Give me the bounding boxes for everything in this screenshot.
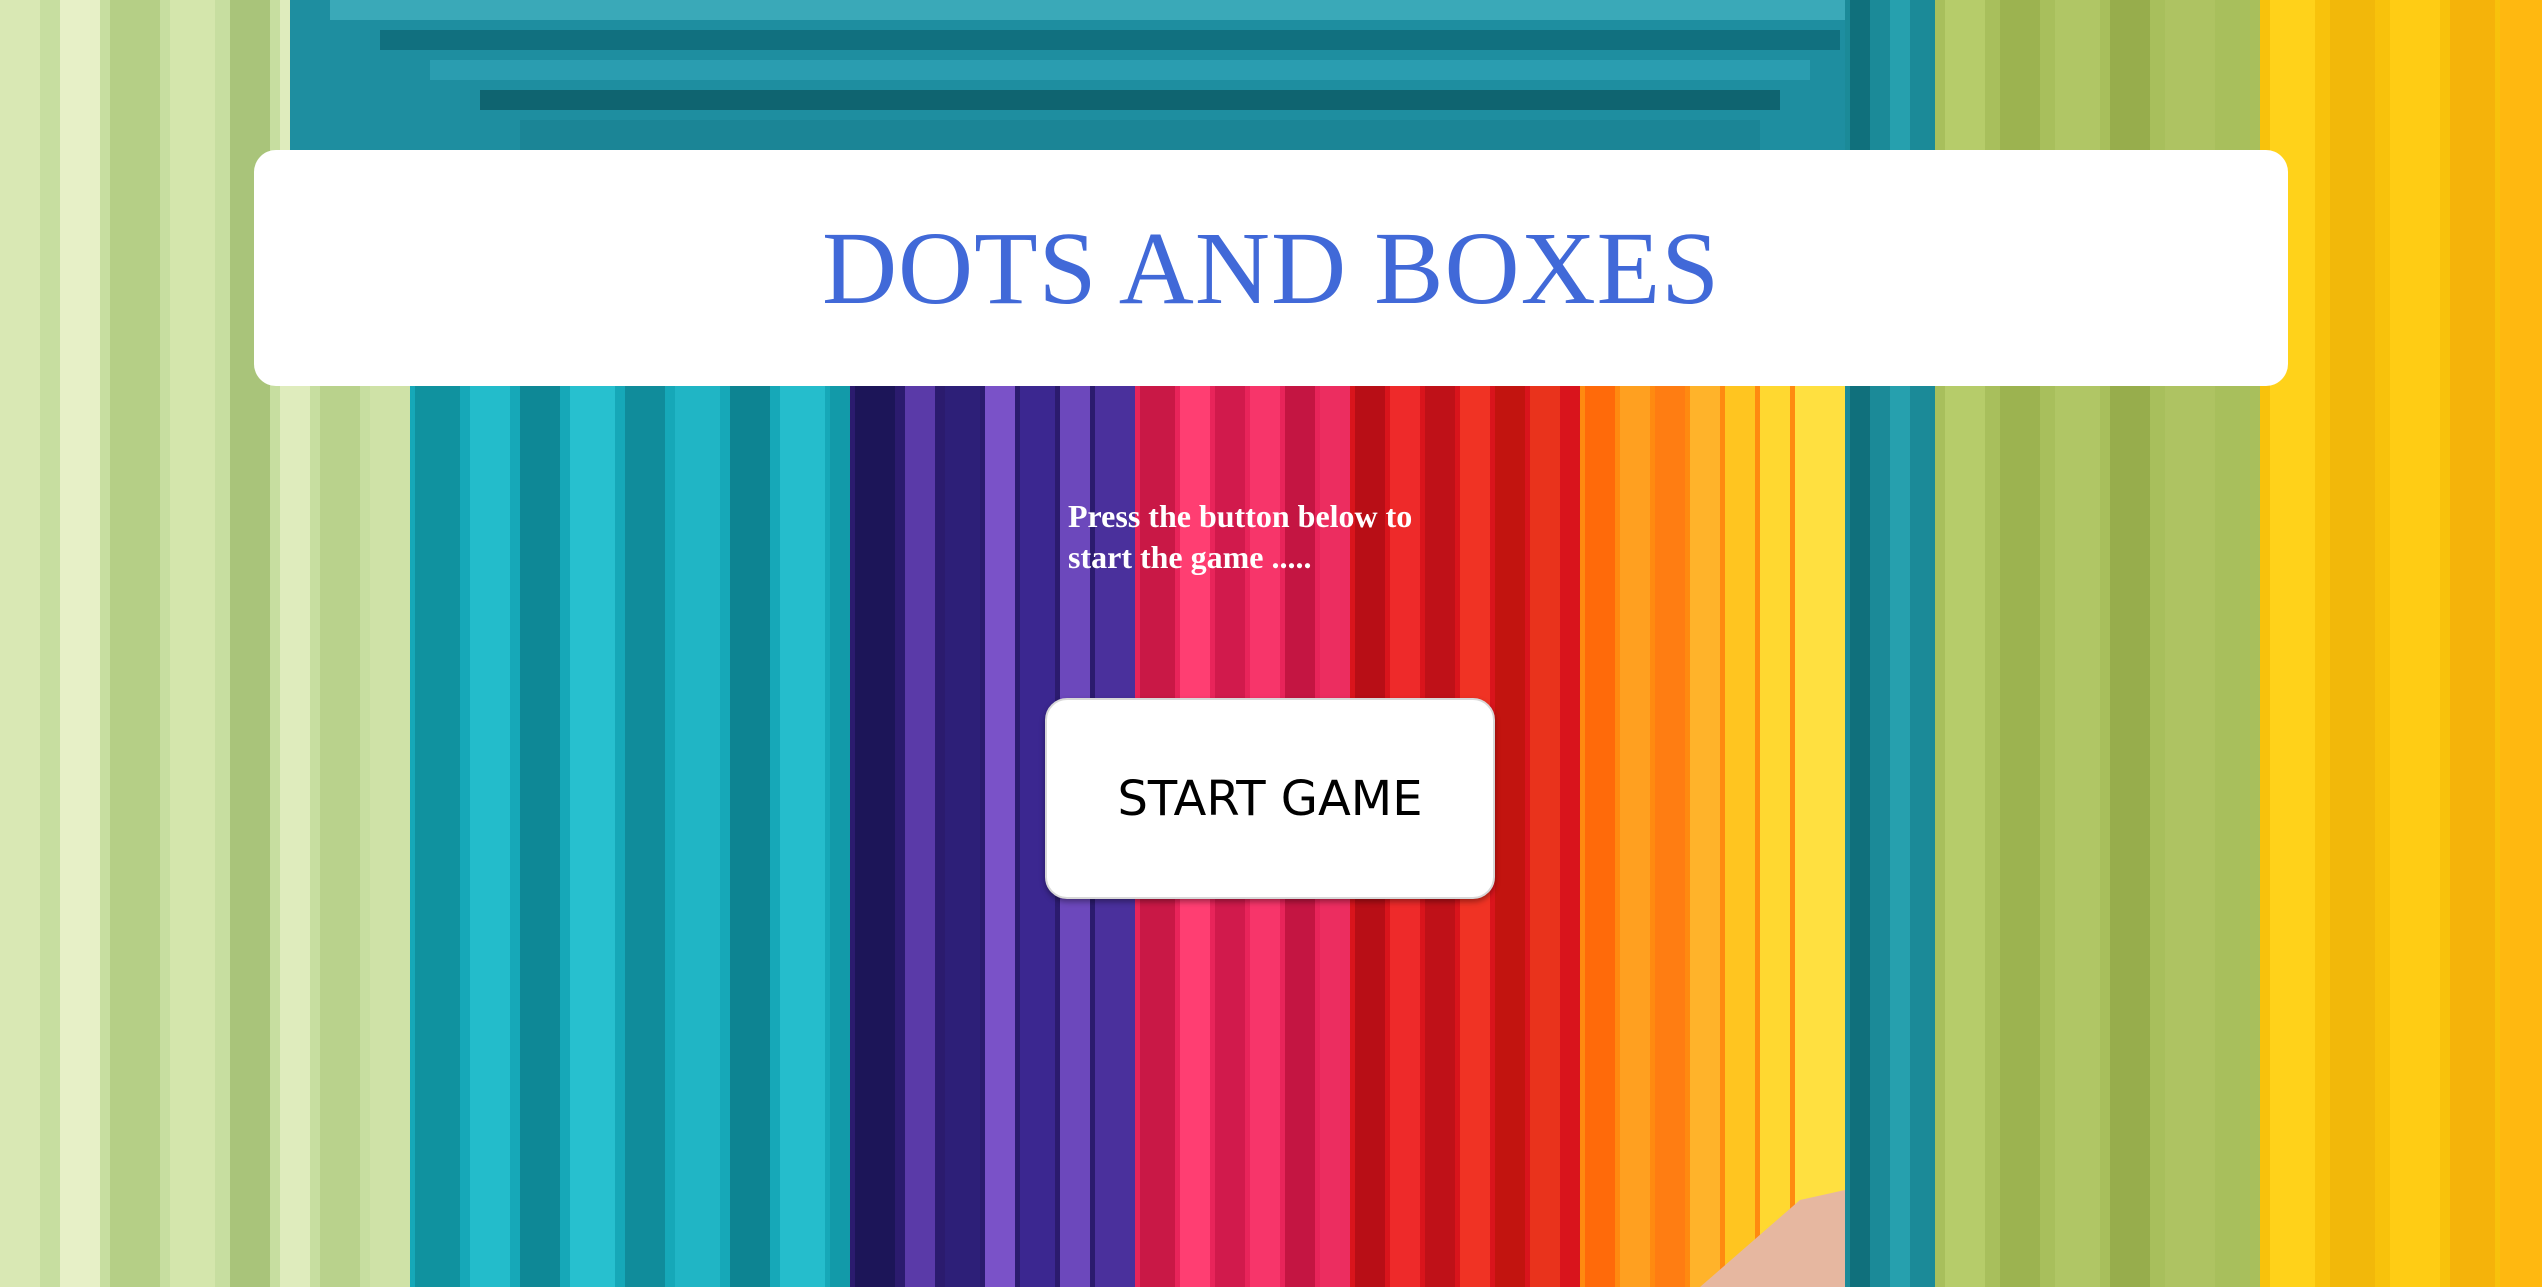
title-banner: DOTS AND BOXES xyxy=(254,150,2288,386)
instruction-text: Press the button below to start the game… xyxy=(1068,498,1413,575)
start-game-button[interactable]: START GAME xyxy=(1045,698,1495,899)
page-title: DOTS AND BOXES xyxy=(821,210,1721,326)
